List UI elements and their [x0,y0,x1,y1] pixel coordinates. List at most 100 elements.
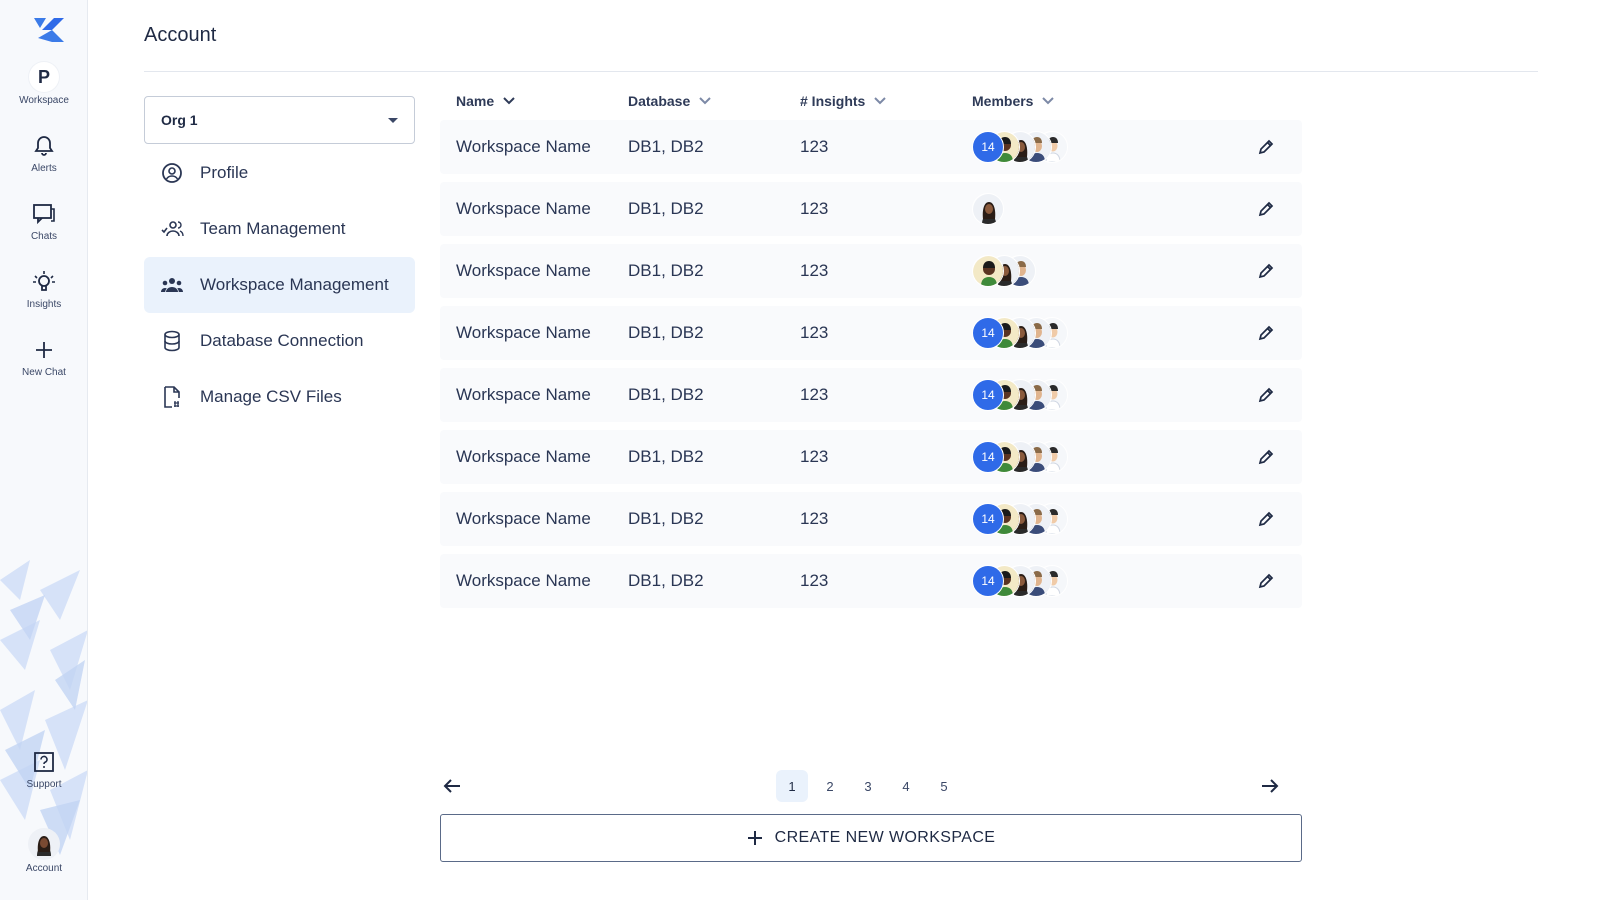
rail-item-alerts[interactable]: Alerts [0,132,87,174]
csv-file-icon [160,385,184,409]
workspace-databases: DB1, DB2 [628,323,704,342]
column-header-label: Database [628,93,691,109]
pencil-icon [1258,387,1274,403]
column-header-name[interactable]: Name [456,93,516,109]
column-header-insights[interactable]: # Insights [800,93,887,109]
workspace-databases: DB1, DB2 [628,385,704,404]
arrow-left-icon[interactable] [440,774,464,798]
workspace-insights: 123 [800,571,829,590]
plus-icon [747,830,763,846]
alerts-label: Alerts [31,163,57,174]
left-rail: P Workspace Alerts Chats Insights New Ch… [0,0,88,900]
rail-item-account[interactable]: Account [0,828,87,874]
decorative-pattern [0,560,87,855]
edit-workspace-button[interactable] [1254,259,1278,283]
support-label: Support [26,779,62,790]
page-button-2[interactable]: 2 [814,770,846,802]
nav-item-label: Database Connection [200,331,364,350]
chevron-down-icon [699,97,711,105]
edit-workspace-button[interactable] [1254,383,1278,407]
edit-workspace-button[interactable] [1254,445,1278,469]
chats-label: Chats [30,231,58,242]
pencil-icon [1258,201,1274,217]
nav-item-label: Manage CSV Files [200,387,342,406]
nav-item-manage-csv-files[interactable]: Manage CSV Files [144,369,415,425]
column-header-label: # Insights [800,93,866,109]
pencil-icon [1258,573,1274,589]
pencil-icon [1258,263,1274,279]
page-button-3[interactable]: 3 [852,770,884,802]
edit-workspace-button[interactable] [1254,197,1278,221]
workspace-name: Workspace Name [456,509,591,528]
table-row[interactable]: Workspace Name DB1, DB2 123 14 [440,430,1302,484]
rail-item-chats[interactable]: Chats [0,200,87,242]
team-icon [160,217,184,241]
workspace-name: Workspace Name [456,199,591,218]
workspace-insights: 123 [800,385,829,404]
pencil-icon [1258,449,1274,465]
workspace-insights: 123 [800,137,829,156]
member-count-badge: 14 [972,317,1004,349]
table-row[interactable]: Workspace Name DB1, DB2 123 [440,244,1302,298]
table-row[interactable]: Workspace Name DB1, DB2 123 [440,182,1302,236]
rail-item-support[interactable]: Support [0,748,87,790]
nav-item-profile[interactable]: Profile [144,145,415,201]
workspace-name: Workspace Name [456,385,591,404]
workspace-insights: 123 [800,199,829,218]
member-avatar [972,193,1004,225]
nav-item-label: Team Management [200,219,346,238]
nav-item-team-management[interactable]: Team Management [144,201,415,257]
workspace-name: Workspace Name [456,323,591,342]
workspace-members: 14 [972,503,1068,535]
edit-workspace-button[interactable] [1254,135,1278,159]
help-icon [34,752,54,772]
nav-item-workspace-management[interactable]: Workspace Management [144,257,415,313]
user-circle-icon [160,161,184,185]
workspace-members [972,255,1036,287]
column-header-members[interactable]: Members [972,93,1055,109]
page-button-4[interactable]: 4 [890,770,922,802]
lightbulb-icon [33,271,55,291]
workspace-members: 14 [972,131,1068,163]
table-row[interactable]: Workspace Name DB1, DB2 123 14 [440,368,1302,422]
workspace-members: 14 [972,565,1068,597]
workspace-label: Workspace [19,95,69,106]
page-title: Account [144,24,217,46]
org-select[interactable]: Org 1 [144,96,415,144]
pencil-icon [1258,325,1274,341]
plus-icon [36,342,52,358]
chat-icon [33,204,55,225]
workspace-databases: DB1, DB2 [628,261,704,280]
bell-icon [34,136,54,156]
pencil-icon [1258,511,1274,527]
create-workspace-button[interactable]: CREATE NEW WORKSPACE [440,814,1302,862]
nav-item-database-connection[interactable]: Database Connection [144,313,415,369]
header-divider [144,71,1538,72]
page-button-5[interactable]: 5 [928,770,960,802]
table-row[interactable]: Workspace Name DB1, DB2 123 14 [440,554,1302,608]
rail-item-insights[interactable]: Insights [0,268,87,310]
table-body: Workspace Name DB1, DB2 123 14 Workspace Nam… [440,120,1302,608]
edit-workspace-button[interactable] [1254,569,1278,593]
edit-workspace-button[interactable] [1254,321,1278,345]
new-chat-label: New Chat [22,367,66,378]
nav-item-label: Profile [200,163,249,182]
member-count-badge: 14 [972,379,1004,411]
database-icon [160,329,184,353]
edit-workspace-button[interactable] [1254,507,1278,531]
table-row[interactable]: Workspace Name DB1, DB2 123 14 [440,120,1302,174]
rail-item-new-chat[interactable]: New Chat [0,336,87,378]
page-button-1[interactable]: 1 [776,770,808,802]
workspace-name: Workspace Name [456,447,591,466]
table-row[interactable]: Workspace Name DB1, DB2 123 14 [440,306,1302,360]
member-count-badge: 14 [972,565,1004,597]
member-count-badge: 14 [972,503,1004,535]
account-avatar [28,828,60,860]
member-count-badge: 14 [972,131,1004,163]
member-avatar [972,255,1004,287]
app-logo-icon[interactable] [32,16,66,44]
workspace-switcher[interactable]: P Workspace [0,62,87,106]
column-header-database[interactable]: Database [628,93,712,109]
arrow-right-icon[interactable] [1258,774,1282,798]
table-row[interactable]: Workspace Name DB1, DB2 123 14 [440,492,1302,546]
